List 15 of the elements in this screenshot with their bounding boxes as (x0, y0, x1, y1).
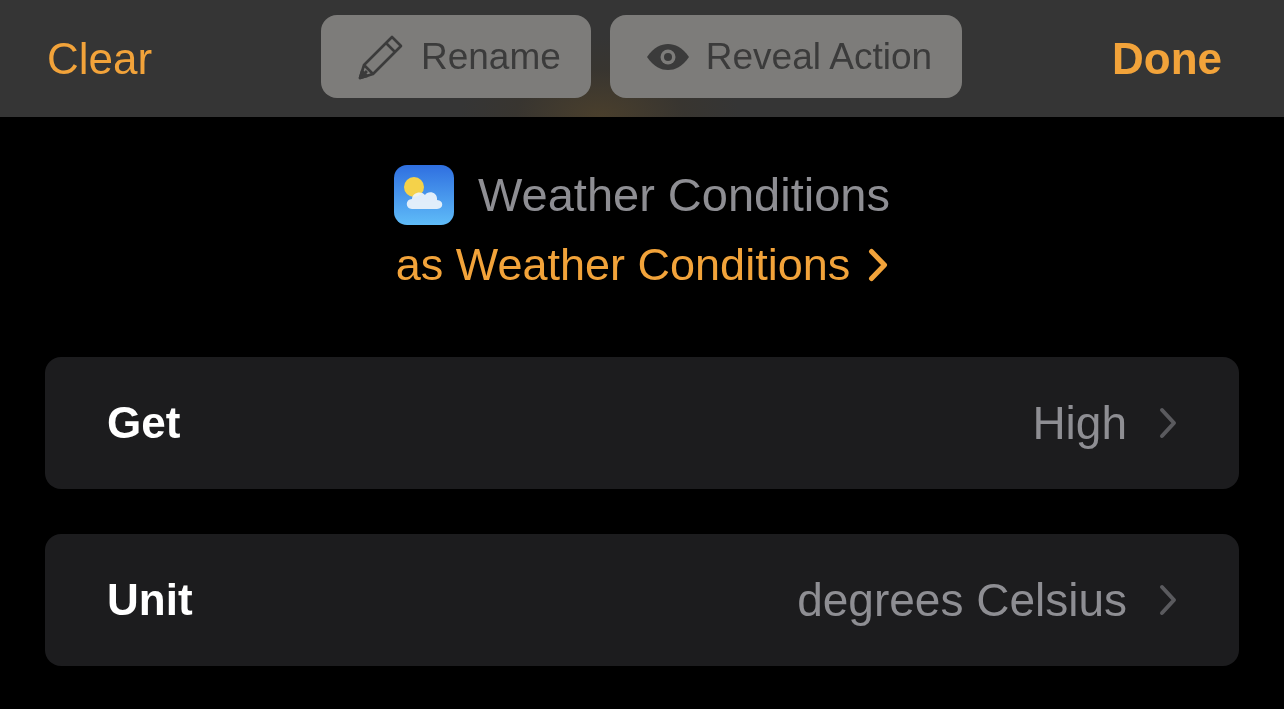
chevron-icon (1159, 584, 1177, 616)
done-button[interactable]: Done (1112, 33, 1222, 84)
clear-button[interactable]: Clear (47, 33, 153, 84)
parameter-label: Unit (107, 575, 193, 625)
eye-icon (645, 43, 690, 70)
chevron-icon (868, 248, 889, 282)
parameter-label: Get (107, 398, 181, 448)
chevron-icon (1159, 407, 1177, 439)
action-title: Weather Conditions (478, 167, 890, 223)
rename-button[interactable]: Rename (320, 15, 591, 98)
parameter-value[interactable]: degrees Celsius (797, 573, 1177, 627)
weather-app-icon (394, 165, 455, 225)
parameter-value[interactable]: High (1032, 396, 1177, 450)
reveal-button[interactable]: Reveal Action (609, 15, 963, 98)
output-link[interactable]: as Weather Conditions (395, 237, 889, 293)
